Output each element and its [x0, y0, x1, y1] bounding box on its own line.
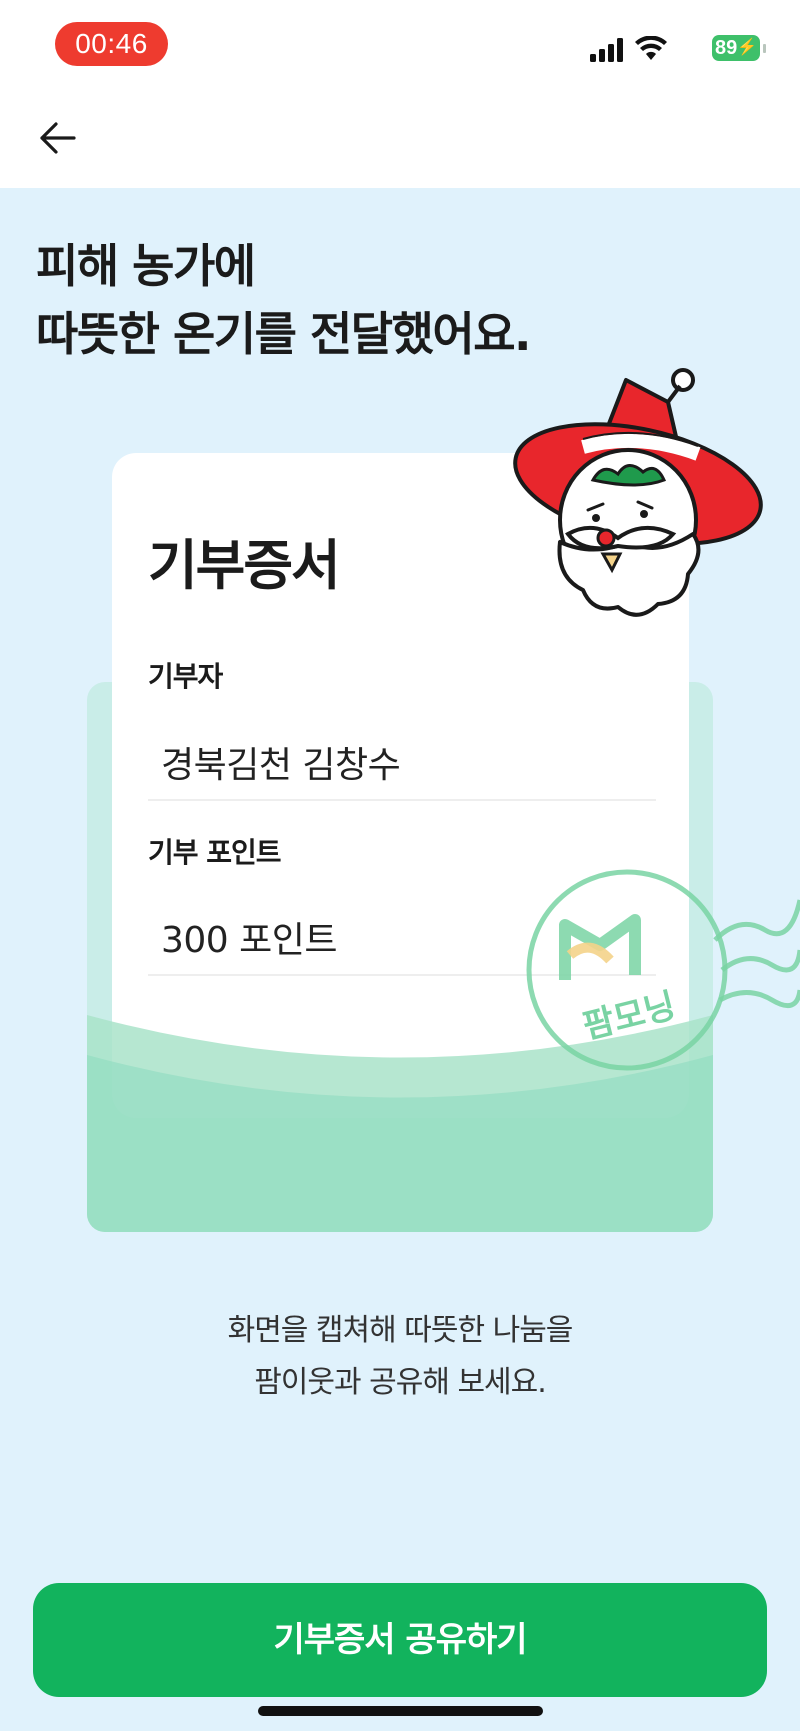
battery-level: 89 — [715, 37, 738, 59]
nav-bar — [0, 88, 800, 188]
home-indicator — [258, 1706, 543, 1716]
stamp-text: 팜모닝 — [579, 986, 680, 1048]
farmmorning-stamp-icon: 팜모닝 — [526, 869, 800, 1071]
points-label: 기부 포인트 — [148, 836, 282, 869]
battery-icon: 89 ⚡ — [712, 35, 766, 61]
share-certificate-button[interactable]: 기부증서 공유하기 — [33, 1583, 767, 1697]
certificate-title: 기부증서 — [148, 534, 341, 597]
status-time: 00:46 — [55, 22, 168, 66]
share-hint: 화면을 캡쳐해 따뜻한 나눔을 팜이웃과 공유해 보세요. — [0, 1305, 800, 1409]
back-button[interactable] — [30, 110, 86, 166]
status-icons: 89 ⚡ — [580, 30, 766, 70]
headline-line-2: 따뜻한 온기를 전달했어요. — [36, 307, 532, 361]
arrow-left-icon — [40, 122, 76, 154]
status-bar: 00:46 89 ⚡ — [0, 0, 800, 88]
signal-icon — [590, 38, 623, 62]
donor-label: 기부자 — [148, 660, 223, 693]
share-hint-line-2: 팜이웃과 공유해 보세요. — [254, 1365, 547, 1400]
page-headline: 피해 농가에 따뜻한 온기를 전달했어요. — [36, 232, 736, 368]
santa-mascot-icon — [513, 368, 763, 617]
donor-value: 경북김천 김창수 — [148, 731, 656, 801]
charging-bolt-icon: ⚡ — [737, 39, 757, 56]
battery-cap — [763, 44, 766, 53]
share-hint-line-1: 화면을 캡쳐해 따뜻한 나눔을 — [227, 1313, 574, 1348]
headline-line-1: 피해 농가에 — [36, 239, 256, 293]
wifi-icon — [635, 36, 667, 60]
